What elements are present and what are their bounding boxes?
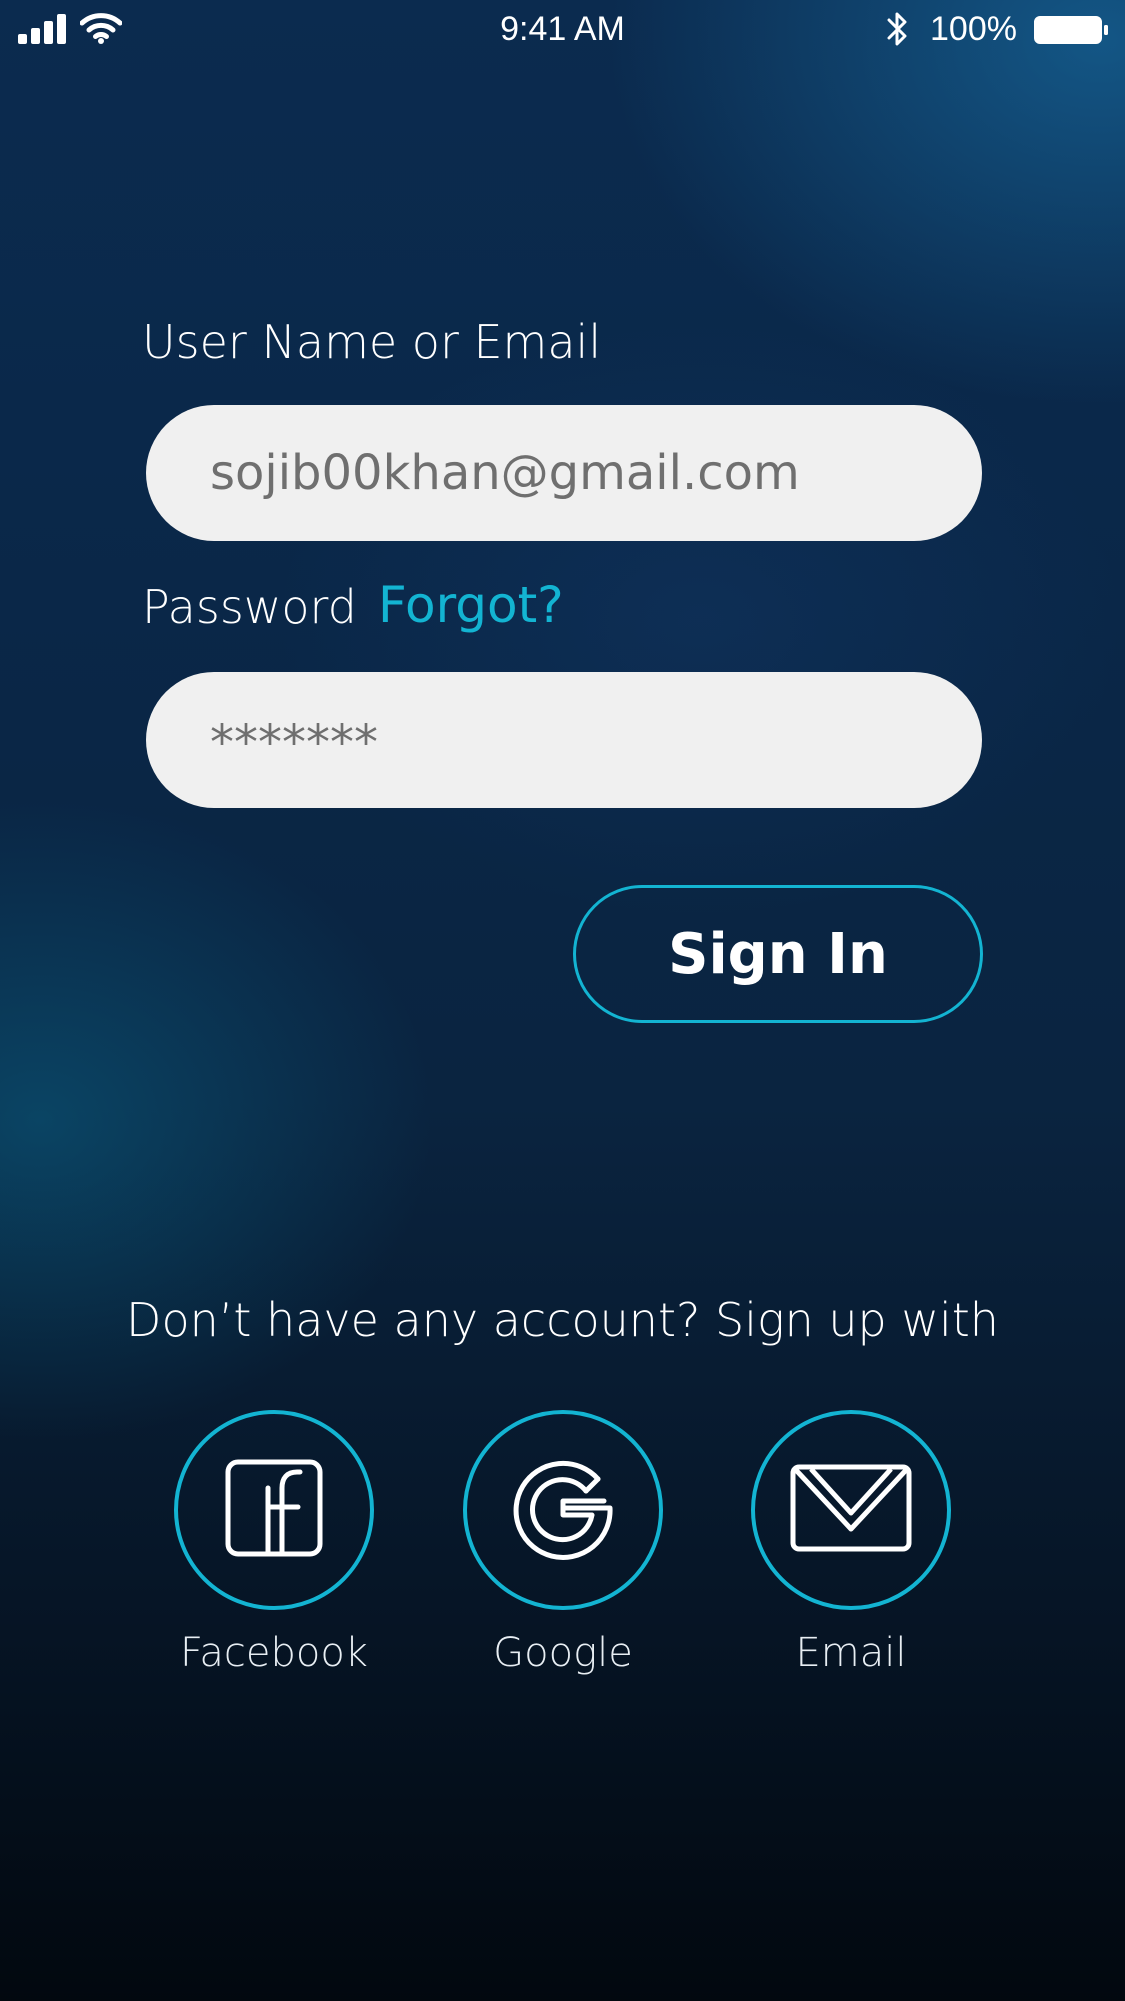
google-label: Google xyxy=(493,1630,633,1676)
status-bar: 9:41 AM 100% xyxy=(0,0,1125,58)
facebook-icon xyxy=(224,1458,324,1563)
username-email-value: sojib00khan@gmail.com xyxy=(210,445,800,501)
password-label: Password xyxy=(142,580,357,634)
facebook-circle xyxy=(174,1410,374,1610)
google-icon xyxy=(508,1453,618,1568)
signup-prompt: Don’t have any account? Sign up with xyxy=(126,1293,999,1347)
battery-percent: 100% xyxy=(930,10,1017,48)
sign-in-label: Sign In xyxy=(668,921,888,987)
signup-google-button[interactable]: Google xyxy=(463,1410,663,1676)
sign-in-button[interactable]: Sign In xyxy=(573,885,983,1023)
username-email-field[interactable]: sojib00khan@gmail.com xyxy=(146,405,982,541)
login-screen: 9:41 AM 100% User Name or Email sojib00k… xyxy=(0,0,1125,2001)
google-circle xyxy=(463,1410,663,1610)
email-circle xyxy=(751,1410,951,1610)
signup-email-button[interactable]: Email xyxy=(751,1410,951,1676)
email-label: Email xyxy=(795,1630,907,1676)
battery-icon xyxy=(1034,16,1110,49)
password-field[interactable]: ******* xyxy=(146,672,982,808)
facebook-label: Facebook xyxy=(180,1630,368,1676)
username-label: User Name or Email xyxy=(142,315,602,369)
password-value: ******* xyxy=(210,715,378,771)
envelope-icon xyxy=(789,1463,913,1558)
bluetooth-icon xyxy=(886,10,910,53)
signup-facebook-button[interactable]: Facebook xyxy=(174,1410,374,1676)
forgot-password-link[interactable]: Forgot? xyxy=(378,576,564,634)
